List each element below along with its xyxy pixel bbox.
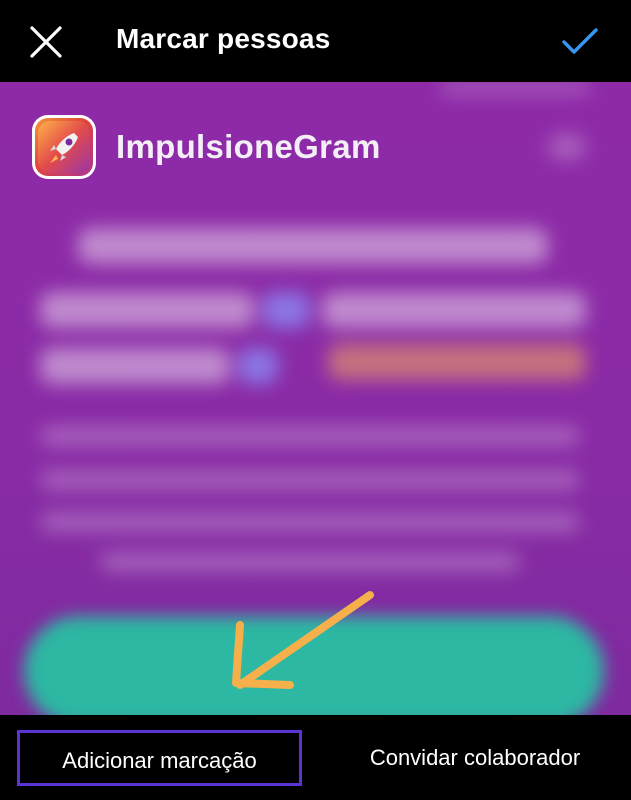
close-icon[interactable] — [24, 20, 68, 64]
checkmark-icon[interactable] — [558, 20, 602, 64]
top-bar: Marcar pessoas — [0, 0, 631, 82]
bottom-bar: Adicionar marcação Convidar colaborador — [0, 715, 631, 800]
tagged-photo[interactable]: ImpulsioneGram — [0, 82, 631, 715]
add-tag-button[interactable]: Adicionar marcação — [17, 730, 302, 786]
brand-name: ImpulsioneGram — [116, 128, 381, 165]
arrow-icon — [232, 591, 374, 689]
rocket-icon — [32, 115, 96, 179]
invite-collaborator-button[interactable]: Convidar colaborador — [330, 730, 620, 786]
page-title: Marcar pessoas — [116, 23, 331, 54]
